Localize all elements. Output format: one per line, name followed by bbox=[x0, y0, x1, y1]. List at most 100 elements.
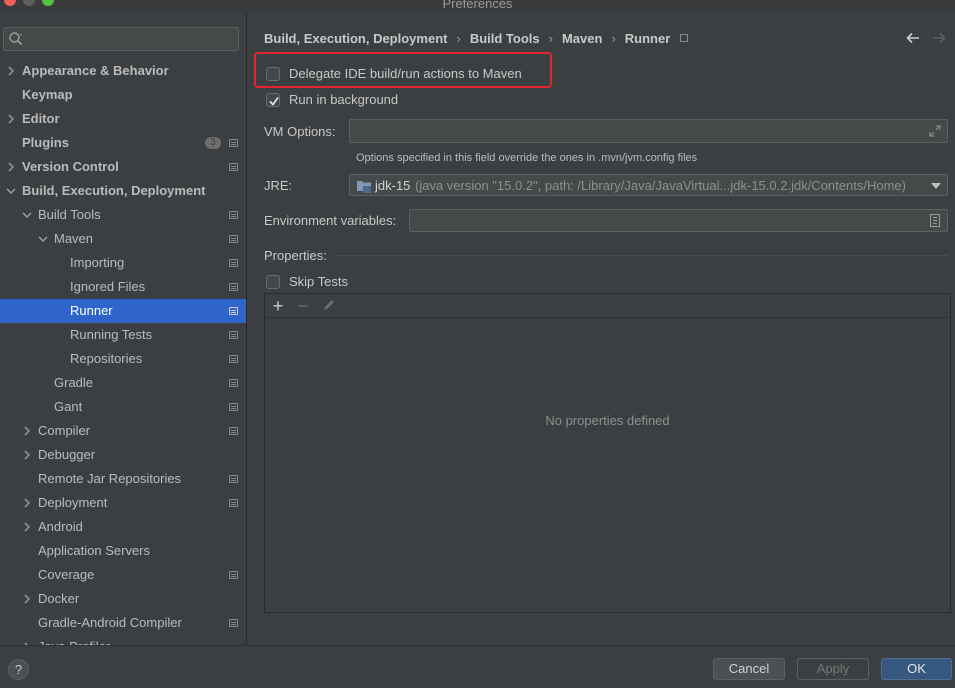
chevron-right-icon[interactable] bbox=[22, 491, 32, 515]
chevron-right-icon[interactable] bbox=[22, 515, 32, 539]
sidebar-item[interactable]: Running Tests bbox=[0, 323, 246, 347]
sidebar-item-label: Compiler bbox=[38, 423, 91, 438]
checkbox-unchecked[interactable] bbox=[266, 67, 280, 81]
sidebar-item-label: Repositories bbox=[70, 351, 143, 366]
sidebar-item[interactable]: Appearance & Behavior bbox=[0, 59, 246, 83]
sidebar-item[interactable]: Gradle bbox=[0, 371, 246, 395]
chevron-right-icon: › bbox=[548, 31, 553, 46]
help-button[interactable]: ? bbox=[8, 659, 29, 680]
sidebar-item[interactable]: Editor bbox=[0, 107, 246, 131]
sidebar-item-label: Version Control bbox=[22, 159, 119, 174]
project-settings-icon bbox=[229, 571, 238, 579]
cancel-button[interactable]: Cancel bbox=[713, 658, 785, 680]
project-settings-icon bbox=[229, 307, 238, 315]
sidebar-item[interactable]: Gradle-Android Compiler bbox=[0, 611, 246, 635]
sidebar-item-label: Coverage bbox=[38, 567, 95, 582]
sidebar-item[interactable]: Importing bbox=[0, 251, 246, 275]
sidebar-item-label: Java Profiler bbox=[38, 635, 110, 645]
sidebar-item[interactable]: Debugger bbox=[0, 443, 246, 467]
jre-name: jdk-15 bbox=[375, 178, 411, 193]
back-arrow-icon[interactable] bbox=[905, 30, 921, 46]
sidebar-item[interactable]: Remote Jar Repositories bbox=[0, 467, 246, 491]
title-bar: Preferences bbox=[0, 0, 955, 12]
sidebar-item-label: Gradle-Android Compiler bbox=[38, 615, 182, 630]
properties-table: + − No properties defined bbox=[264, 293, 951, 613]
sidebar-item[interactable]: Build Tools bbox=[0, 203, 246, 227]
sidebar-item-label: Remote Jar Repositories bbox=[38, 471, 182, 486]
sidebar-item-label: Build Tools bbox=[38, 207, 101, 222]
chevron-right-icon[interactable] bbox=[6, 155, 16, 179]
sidebar-item-label: Keymap bbox=[22, 87, 73, 102]
sidebar-item-label: Editor bbox=[22, 111, 60, 126]
runner-settings-panel: Build, Execution, Deployment › Build Tools… bbox=[248, 12, 955, 645]
sidebar-item[interactable]: Compiler bbox=[0, 419, 246, 443]
edit-pencil-icon[interactable] bbox=[322, 298, 336, 312]
checkmark-icon bbox=[269, 96, 279, 106]
dialog-footer: ? Cancel Apply OK bbox=[0, 645, 955, 688]
expand-icon[interactable] bbox=[928, 124, 942, 138]
run-in-background-label: Run in background bbox=[289, 92, 399, 107]
sidebar-item[interactable]: Ignored Files bbox=[0, 275, 246, 299]
ok-button[interactable]: OK bbox=[881, 658, 952, 680]
project-settings-icon bbox=[229, 427, 238, 435]
separator bbox=[336, 255, 948, 256]
chevron-down-icon bbox=[931, 183, 941, 189]
jre-dropdown[interactable]: jdk-15 (java version "15.0.2", path: /Li… bbox=[349, 174, 948, 196]
chevron-right-icon[interactable] bbox=[22, 635, 32, 645]
skip-tests-checkbox[interactable]: Skip Tests bbox=[266, 273, 466, 291]
project-settings-icon bbox=[229, 331, 238, 339]
settings-sidebar: Appearance & Behavior Keymap Editor Plugins… bbox=[0, 12, 247, 645]
chevron-right-icon: › bbox=[456, 31, 461, 46]
sidebar-item[interactable]: Version Control bbox=[0, 155, 246, 179]
breadcrumb-item[interactable]: Build Tools bbox=[470, 31, 540, 46]
chevron-down-icon[interactable] bbox=[22, 203, 32, 227]
chevron-right-icon[interactable] bbox=[6, 107, 16, 131]
delegate-build-checkbox[interactable]: Delegate IDE build/run actions to Maven bbox=[266, 65, 546, 83]
checkbox-unchecked[interactable] bbox=[266, 275, 280, 289]
chevron-down-icon[interactable] bbox=[6, 179, 16, 203]
vm-options-input[interactable] bbox=[349, 119, 948, 143]
sidebar-item-label: Runner bbox=[70, 303, 113, 318]
document-icon[interactable] bbox=[930, 214, 940, 227]
env-variables-input[interactable] bbox=[409, 209, 948, 232]
project-settings-icon bbox=[229, 355, 238, 363]
apply-button[interactable]: Apply bbox=[797, 658, 869, 680]
sidebar-item-label: Deployment bbox=[38, 495, 108, 510]
chevron-right-icon[interactable] bbox=[6, 59, 16, 83]
forward-arrow-icon[interactable] bbox=[931, 30, 947, 46]
chevron-down-icon[interactable] bbox=[38, 227, 48, 251]
sidebar-item[interactable]: Gant bbox=[0, 395, 246, 419]
sidebar-item[interactable]: Runner bbox=[0, 299, 246, 323]
project-settings-icon bbox=[229, 139, 238, 147]
breadcrumb-item[interactable]: Build, Execution, Deployment bbox=[264, 31, 447, 46]
checkbox-checked[interactable] bbox=[266, 93, 280, 107]
sidebar-item[interactable]: Maven bbox=[0, 227, 246, 251]
window-title: Preferences bbox=[442, 0, 513, 11]
remove-icon[interactable]: − bbox=[294, 297, 312, 315]
sidebar-item[interactable]: Java Profiler bbox=[0, 635, 246, 645]
sidebar-item[interactable]: Repositories bbox=[0, 347, 246, 371]
sidebar-item[interactable]: Deployment bbox=[0, 491, 246, 515]
sidebar-item-label: Plugins bbox=[22, 135, 69, 150]
sidebar-item[interactable]: Android bbox=[0, 515, 246, 539]
sidebar-item-label: Maven bbox=[54, 231, 94, 246]
chevron-right-icon[interactable] bbox=[22, 419, 32, 443]
settings-search-input[interactable] bbox=[3, 27, 239, 51]
chevron-right-icon: › bbox=[611, 31, 616, 46]
sidebar-item[interactable]: Coverage bbox=[0, 563, 246, 587]
sidebar-item[interactable]: Build, Execution, Deployment bbox=[0, 179, 246, 203]
sidebar-item[interactable]: Application Servers bbox=[0, 539, 246, 563]
sidebar-item-label: Android bbox=[38, 519, 83, 534]
chevron-right-icon[interactable] bbox=[22, 587, 32, 611]
settings-tree: Appearance & Behavior Keymap Editor Plugins… bbox=[0, 59, 246, 645]
run-in-background-checkbox[interactable]: Run in background bbox=[266, 91, 466, 109]
add-icon[interactable]: + bbox=[269, 297, 287, 315]
sidebar-item-label: Appearance & Behavior bbox=[22, 63, 169, 78]
skip-tests-label: Skip Tests bbox=[289, 274, 349, 289]
jre-label: JRE: bbox=[264, 178, 293, 193]
sidebar-item[interactable]: Docker bbox=[0, 587, 246, 611]
breadcrumb-item[interactable]: Maven bbox=[562, 31, 602, 46]
chevron-right-icon[interactable] bbox=[22, 443, 32, 467]
sidebar-item[interactable]: Keymap bbox=[0, 83, 246, 107]
sidebar-item[interactable]: Plugins 3 bbox=[0, 131, 246, 155]
